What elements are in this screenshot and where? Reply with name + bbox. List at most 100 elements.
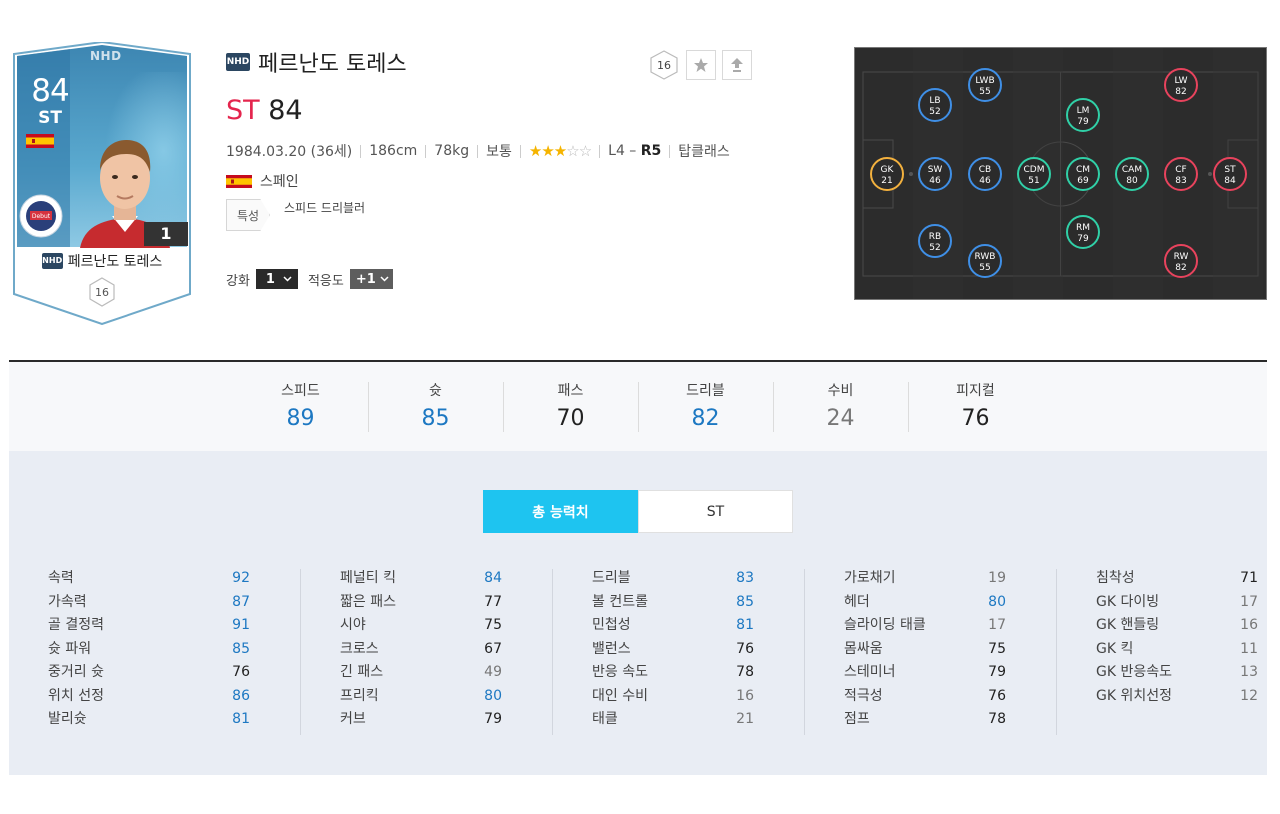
- meta-divider: [477, 144, 479, 158]
- tab-position-stats[interactable]: ST: [638, 490, 793, 533]
- attribute-row: 골 결정력 91: [48, 614, 250, 638]
- attribute-row: GK 킥 11: [1096, 638, 1258, 662]
- attribute-row: GK 핸들링 16: [1096, 614, 1258, 638]
- upgrade-button[interactable]: [722, 50, 752, 80]
- attribute-value: 17: [1240, 593, 1258, 610]
- summary-speed: 스피드 89: [281, 383, 320, 431]
- pitch-position-cm[interactable]: CM 69: [1066, 157, 1100, 191]
- season-badge-icon: NHD: [41, 253, 63, 269]
- height: 186cm: [369, 143, 418, 159]
- pitch-position-lwb[interactable]: LWB 55: [968, 68, 1002, 102]
- attribute-name: 페널티 킥: [340, 570, 396, 586]
- attribute-name: 짧은 패스: [340, 593, 396, 610]
- attribute-value: 76: [232, 664, 250, 680]
- attribute-row: 긴 패스 49: [340, 661, 502, 685]
- pitch-position-rwb[interactable]: RWB 55: [968, 244, 1002, 278]
- attribute-name: 점프: [844, 711, 870, 727]
- attribute-value: 85: [232, 640, 250, 657]
- attribute-name: 골 결정력: [48, 617, 104, 633]
- attribute-column: 속력 92 가속력 87 골 결정력 91 슛 파워 85 중거리 슛 76 위치 선정 86 발리슛 8…: [48, 567, 300, 732]
- pitch-position-rw[interactable]: RW 82: [1164, 244, 1198, 278]
- tab-total-stats[interactable]: 총 능력치: [483, 490, 638, 533]
- attribute-column: 드리블 83 볼 컨트롤 85 민첩성 81 밸런스 76 반응 속도 78 대인 수비 16 태클 21: [552, 567, 804, 735]
- hex-number: 16: [657, 59, 671, 72]
- attribute-value: 80: [988, 593, 1006, 610]
- attribute-name: GK 반응속도: [1096, 664, 1172, 680]
- pitch-position-rm[interactable]: RM 79: [1066, 215, 1100, 249]
- main-position: ST: [226, 95, 260, 126]
- pitch-position-rb[interactable]: RB 52: [918, 224, 952, 258]
- attribute-name: 반응 속도: [592, 664, 648, 680]
- attribute-value: 75: [988, 640, 1006, 657]
- weak-foot-left: L4 –: [608, 143, 637, 159]
- attribute-name: 크로스: [340, 640, 379, 657]
- attribute-value: 49: [484, 664, 502, 680]
- attribute-name: 헤더: [844, 593, 870, 610]
- attribute-row: 드리블 83: [592, 567, 754, 591]
- summary-physical: 피지컬 76: [908, 362, 1043, 451]
- attribute-value: 91: [232, 617, 250, 633]
- attribute-name: 슛 파워: [48, 640, 92, 657]
- attribute-row: 가속력 87: [48, 591, 250, 615]
- attribute-value: 21: [736, 711, 754, 727]
- attribute-value: 76: [988, 687, 1006, 704]
- attribute-column: 페널티 킥 84 짧은 패스 77 시야 75 크로스 67 긴 패스 49 프리킥 80 커브 79: [300, 567, 552, 735]
- attribute-name: 대인 수비: [592, 687, 648, 704]
- enhance-dropdown[interactable]: 1: [255, 269, 298, 289]
- position-pitch: GK 21 SW 46 LB 52 RB 52 LWB 55 RWB 55 CB 46 CDM…: [854, 47, 1267, 300]
- attribute-row: 반응 속도 78: [592, 661, 754, 685]
- attribute-value: 16: [1240, 617, 1258, 633]
- attribute-columns: 속력 92 가속력 87 골 결정력 91 슛 파워 85 중거리 슛 76 위치 선정 86 발리슛 8…: [48, 567, 1280, 735]
- attribute-name: 슬라이딩 태클: [844, 617, 926, 633]
- meta-divider: [360, 144, 362, 158]
- attribute-row: 적극성 76: [844, 685, 1006, 709]
- attribute-row: GK 다이빙 17: [1096, 591, 1258, 615]
- attribute-column: 가로채기 19 헤더 80 슬라이딩 태클 17 몸싸움 75 스테미너 79 적극성 76 점프 78: [804, 567, 1056, 735]
- hex-number-badge: 16: [650, 50, 678, 80]
- pitch-position-lm[interactable]: LM 79: [1066, 98, 1100, 132]
- adapt-value: +1: [355, 271, 376, 287]
- pitch-position-gk[interactable]: GK 21: [870, 157, 904, 191]
- attribute-value: 67: [484, 640, 502, 657]
- attribute-row: 태클 21: [592, 708, 754, 732]
- pitch-position-sw[interactable]: SW 46: [918, 157, 952, 191]
- summary-dribbling: 드리블 82: [638, 362, 773, 451]
- spain-flag-icon: [226, 174, 252, 188]
- club-type: 탑클래스: [678, 144, 730, 160]
- pitch-position-cb[interactable]: CB 46: [968, 157, 1002, 191]
- attribute-row: 커브 79: [340, 708, 502, 732]
- attribute-name: GK 핸들링: [1096, 617, 1160, 633]
- attribute-row: 슛 파워 85: [48, 638, 250, 662]
- star-filled-icon: ★: [528, 142, 542, 160]
- pitch-lines: [862, 48, 1263, 299]
- attribute-name: 스테미너: [844, 664, 896, 680]
- attribute-value: 75: [484, 617, 502, 633]
- card-player-name: 페르난도 토레스: [67, 254, 163, 270]
- pitch-position-cam[interactable]: CAM 80: [1115, 157, 1149, 191]
- pitch-position-cf[interactable]: CF 83: [1164, 157, 1198, 191]
- attribute-value: 77: [484, 593, 502, 610]
- attribute-value: 78: [988, 711, 1006, 727]
- position-overall: ST 84: [226, 93, 766, 129]
- attribute-row: 스테미너 79: [844, 661, 1006, 685]
- attribute-row: 페널티 킥 84: [340, 567, 502, 591]
- attribute-value: 76: [736, 640, 754, 657]
- favorite-button[interactable]: [686, 50, 716, 80]
- pitch-position-lb[interactable]: LB 52: [918, 88, 952, 122]
- summary-defending: 수비 24: [773, 362, 908, 451]
- pitch-position-lw[interactable]: LW 82: [1164, 68, 1198, 102]
- pitch-position-st[interactable]: ST 84: [1213, 157, 1247, 191]
- attribute-value: 19: [988, 570, 1006, 586]
- trait-name: 스피드 드리블러: [284, 201, 366, 215]
- attribute-value: 79: [484, 711, 502, 727]
- birth-date: 1984.03.20 (36세): [226, 144, 353, 160]
- meta-divider: [519, 144, 521, 158]
- attribute-name: 속력: [48, 570, 74, 586]
- attribute-value: 17: [988, 617, 1006, 633]
- meta-divider: [669, 144, 671, 158]
- adapt-dropdown[interactable]: +1: [349, 269, 393, 289]
- player-card: NHD 84 ST Debut 1 NHD 페르난도 토레스 16: [10, 42, 194, 325]
- pitch-position-cdm[interactable]: CDM 51: [1017, 157, 1051, 191]
- weak-foot-right: R5: [640, 143, 662, 159]
- attribute-row: 볼 컨트롤 85: [592, 591, 754, 615]
